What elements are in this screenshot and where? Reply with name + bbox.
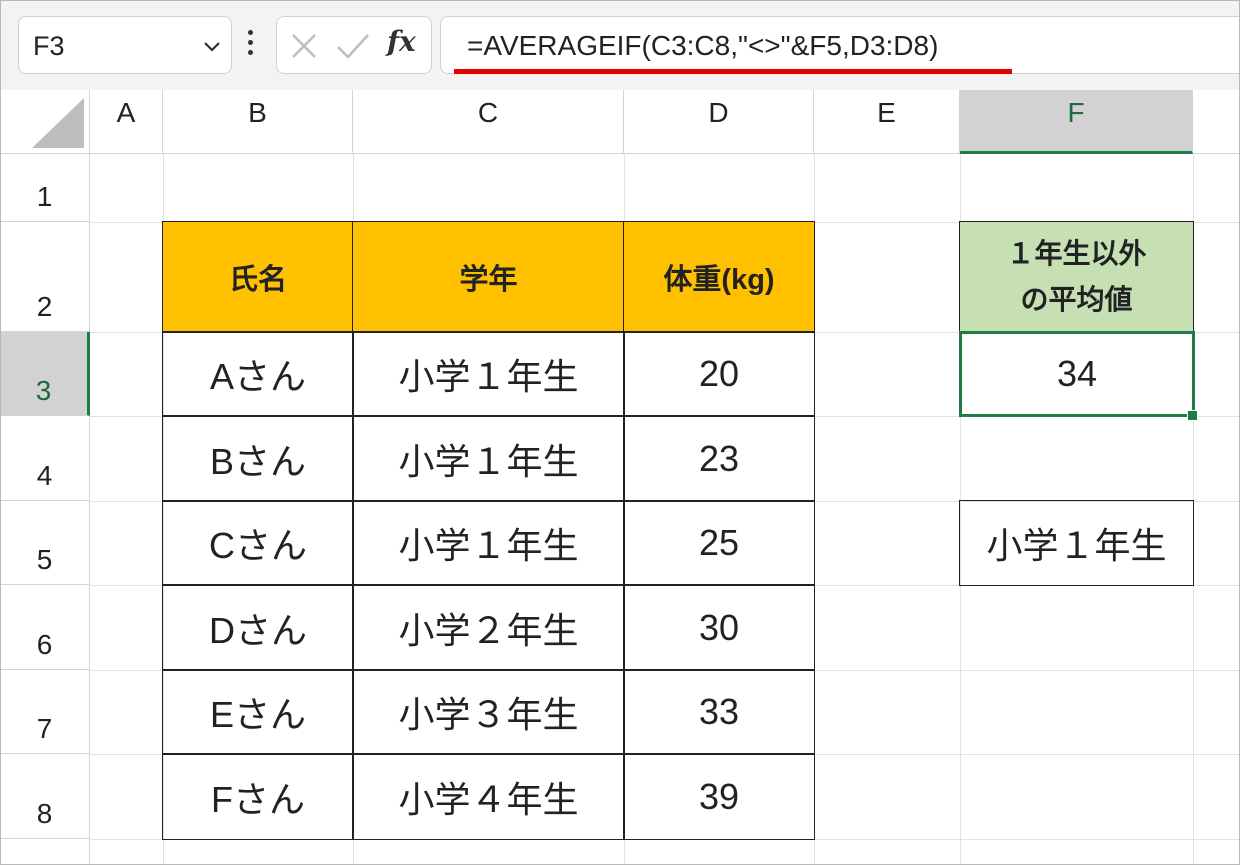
window-border xyxy=(0,0,1240,865)
